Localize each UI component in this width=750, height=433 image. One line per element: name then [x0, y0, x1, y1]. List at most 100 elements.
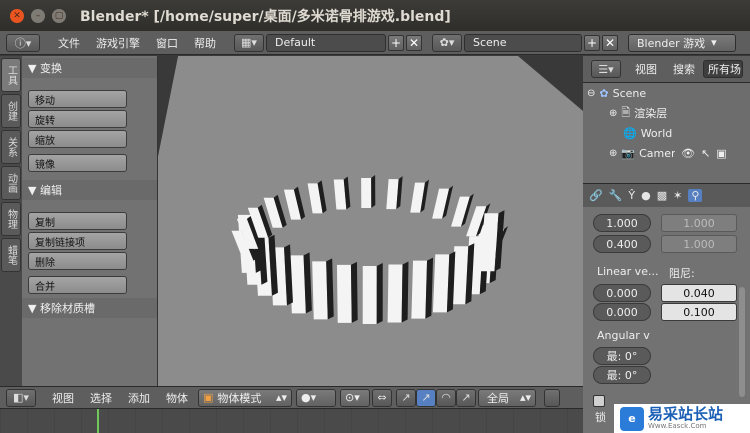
- domino: [362, 265, 377, 324]
- menu-file[interactable]: 文件: [50, 35, 88, 51]
- rotate-manipulator[interactable]: ↗: [416, 388, 436, 407]
- panel-remove-material-header[interactable]: ▼ 移除材质槽: [22, 298, 157, 318]
- rotate-button[interactable]: 旋转: [28, 110, 127, 128]
- add-layout-button[interactable]: +: [388, 34, 404, 51]
- properties-scrollbar[interactable]: [739, 287, 745, 397]
- linear-velocity-max-value: 0.000: [606, 305, 638, 319]
- panel-transform-header[interactable]: ▼ 变换: [22, 58, 157, 78]
- editor-type-info-button[interactable]: ⓘ▾: [6, 33, 40, 52]
- translate-manipulator[interactable]: ↗: [396, 388, 416, 407]
- remove-layout-button[interactable]: ✕: [406, 34, 422, 51]
- view3d-editor-type-button[interactable]: ◧▾: [6, 388, 36, 407]
- linear-velocity-min-field[interactable]: 0.000: [593, 284, 651, 302]
- angular-velocity-min-field[interactable]: 最: 0°: [593, 347, 651, 365]
- minimize-window-button[interactable]: –: [31, 8, 45, 23]
- outliner-row-scene[interactable]: ⊖ ✿ Scene: [583, 83, 750, 103]
- constraints-icon[interactable]: 🔗: [589, 189, 603, 202]
- domino-shadow-side: [371, 175, 376, 209]
- view3d-menu-add[interactable]: 添加: [120, 390, 158, 406]
- outliner-header: ☰▾ 视图 搜索 所有场: [583, 56, 750, 83]
- radius-value: 1.000: [683, 216, 715, 230]
- duplicate-button[interactable]: 复制: [28, 212, 127, 230]
- scale-manipulator[interactable]: ◠: [436, 388, 456, 407]
- data-icon[interactable]: Ŷ: [628, 189, 635, 202]
- scale-button[interactable]: 缩放: [28, 130, 127, 148]
- render-engine-dropdown[interactable]: Blender 游戏 ▾: [628, 33, 736, 52]
- tab-create[interactable]: 创建: [1, 94, 21, 128]
- pivot-point-dropdown[interactable]: ⊙▾: [340, 388, 370, 407]
- close-window-button[interactable]: ✕: [10, 8, 24, 23]
- outliner-editor-type-button[interactable]: ☰▾: [591, 60, 621, 78]
- outliner-list-icon: ☰▾: [598, 62, 614, 76]
- domino-shadow-side: [350, 261, 358, 323]
- angular-velocity-min-value: 最: 0°: [606, 350, 638, 363]
- outliner-row-world[interactable]: 🌐 World: [583, 123, 750, 143]
- chevron-down-icon: ▴▾: [275, 391, 287, 404]
- domino: [387, 264, 403, 323]
- tab-animation[interactable]: 动画: [1, 166, 21, 200]
- friction-field[interactable]: 0.400: [593, 235, 651, 253]
- radius-field[interactable]: 1.000: [661, 214, 737, 232]
- view3d-menu-select[interactable]: 选择: [82, 390, 120, 406]
- tab-tools[interactable]: 工具: [1, 58, 21, 92]
- transform-orientation-dropdown[interactable]: 全局 ▴▾: [478, 388, 536, 407]
- particles-icon[interactable]: ✶: [673, 189, 682, 202]
- menu-window[interactable]: 窗口: [148, 35, 186, 51]
- join-button[interactable]: 合并: [28, 276, 127, 294]
- move-button[interactable]: 移动: [28, 90, 127, 108]
- manipulator-toggle[interactable]: ⇔: [372, 388, 392, 407]
- scene-selector-button[interactable]: ✿▾: [432, 33, 462, 52]
- view3d-menu-view[interactable]: 视图: [44, 390, 82, 406]
- plus-icon: +: [586, 35, 598, 50]
- outliner-row-camera[interactable]: ⊕ 📷 Camera 👁 ↖ ▣: [583, 143, 750, 163]
- lock-checkbox[interactable]: [593, 395, 605, 407]
- add-scene-button[interactable]: +: [584, 34, 600, 51]
- tab-physics[interactable]: 物理: [1, 202, 21, 236]
- select-cursor-icon[interactable]: ↖: [701, 147, 710, 160]
- transform-orientation-toggle[interactable]: ↗: [456, 388, 476, 407]
- texture-icon[interactable]: ▩: [657, 189, 667, 202]
- view3d-menu-object[interactable]: 物体: [158, 390, 196, 406]
- translation-damping-field[interactable]: 0.040: [661, 284, 737, 302]
- render-engine-label: Blender 游戏: [637, 36, 706, 50]
- outliner-row-render-layers[interactable]: ⊕ 🗎 渲染层: [583, 103, 750, 123]
- tab-grease-pencil[interactable]: 蜡笔: [1, 238, 21, 272]
- domino: [432, 254, 450, 313]
- plus-icon: +: [390, 35, 402, 50]
- physics-icon[interactable]: ⚲: [688, 189, 703, 202]
- rotation-damping-field[interactable]: 0.100: [661, 303, 737, 321]
- outliner-search-menu[interactable]: 搜索: [665, 61, 703, 77]
- timeline-grid: [0, 409, 583, 433]
- render-camera-icon[interactable]: ▣: [716, 147, 726, 160]
- remove-scene-button[interactable]: ✕: [602, 34, 618, 51]
- menu-game-engine[interactable]: 游戏引擎: [88, 35, 148, 51]
- duplicate-linked-button[interactable]: 复制链接项: [28, 232, 127, 250]
- object-mode-icon: ▣: [203, 391, 214, 404]
- outliner-view-menu[interactable]: 视图: [627, 61, 665, 77]
- watermark-brand: 易采站长站: [648, 405, 724, 423]
- layout-selector-button[interactable]: ▦▾: [234, 33, 264, 52]
- angular-velocity-max-field[interactable]: 最: 0°: [593, 366, 651, 384]
- linear-velocity-max-field[interactable]: 0.000: [593, 303, 651, 321]
- material-icon[interactable]: ●: [641, 189, 651, 202]
- outliner-display-mode[interactable]: 所有场: [703, 60, 743, 78]
- delete-button[interactable]: 删除: [28, 252, 127, 270]
- mass-field[interactable]: 1.000: [593, 214, 651, 232]
- layout-name-field[interactable]: Default: [266, 33, 386, 52]
- layer-button[interactable]: [544, 388, 560, 407]
- modifiers-icon[interactable]: 🔧: [609, 189, 623, 202]
- mirror-button[interactable]: 镜像: [28, 154, 127, 172]
- form-factor-field[interactable]: 1.000: [661, 235, 737, 253]
- 3d-viewport[interactable]: [158, 56, 583, 386]
- interaction-mode-dropdown[interactable]: ▣ 物体模式 ▴▾: [198, 388, 292, 407]
- timeline-area[interactable]: [0, 408, 583, 433]
- panel-edit-header[interactable]: ▼ 编辑: [22, 180, 157, 200]
- window-titlebar: ✕ – ▢ Blender* [/home/super/桌面/多米诺骨排游戏.b…: [0, 0, 750, 31]
- viewport-shading-dropdown[interactable]: ●▾: [296, 388, 336, 407]
- menu-help[interactable]: 帮助: [186, 35, 224, 51]
- maximize-window-button[interactable]: ▢: [52, 8, 66, 23]
- tab-relations[interactable]: 关系: [1, 130, 21, 164]
- linear-velocity-label: Linear ve...: [597, 265, 659, 278]
- visibility-eye-icon[interactable]: 👁: [681, 147, 695, 160]
- scene-name-field[interactable]: Scene: [464, 33, 582, 52]
